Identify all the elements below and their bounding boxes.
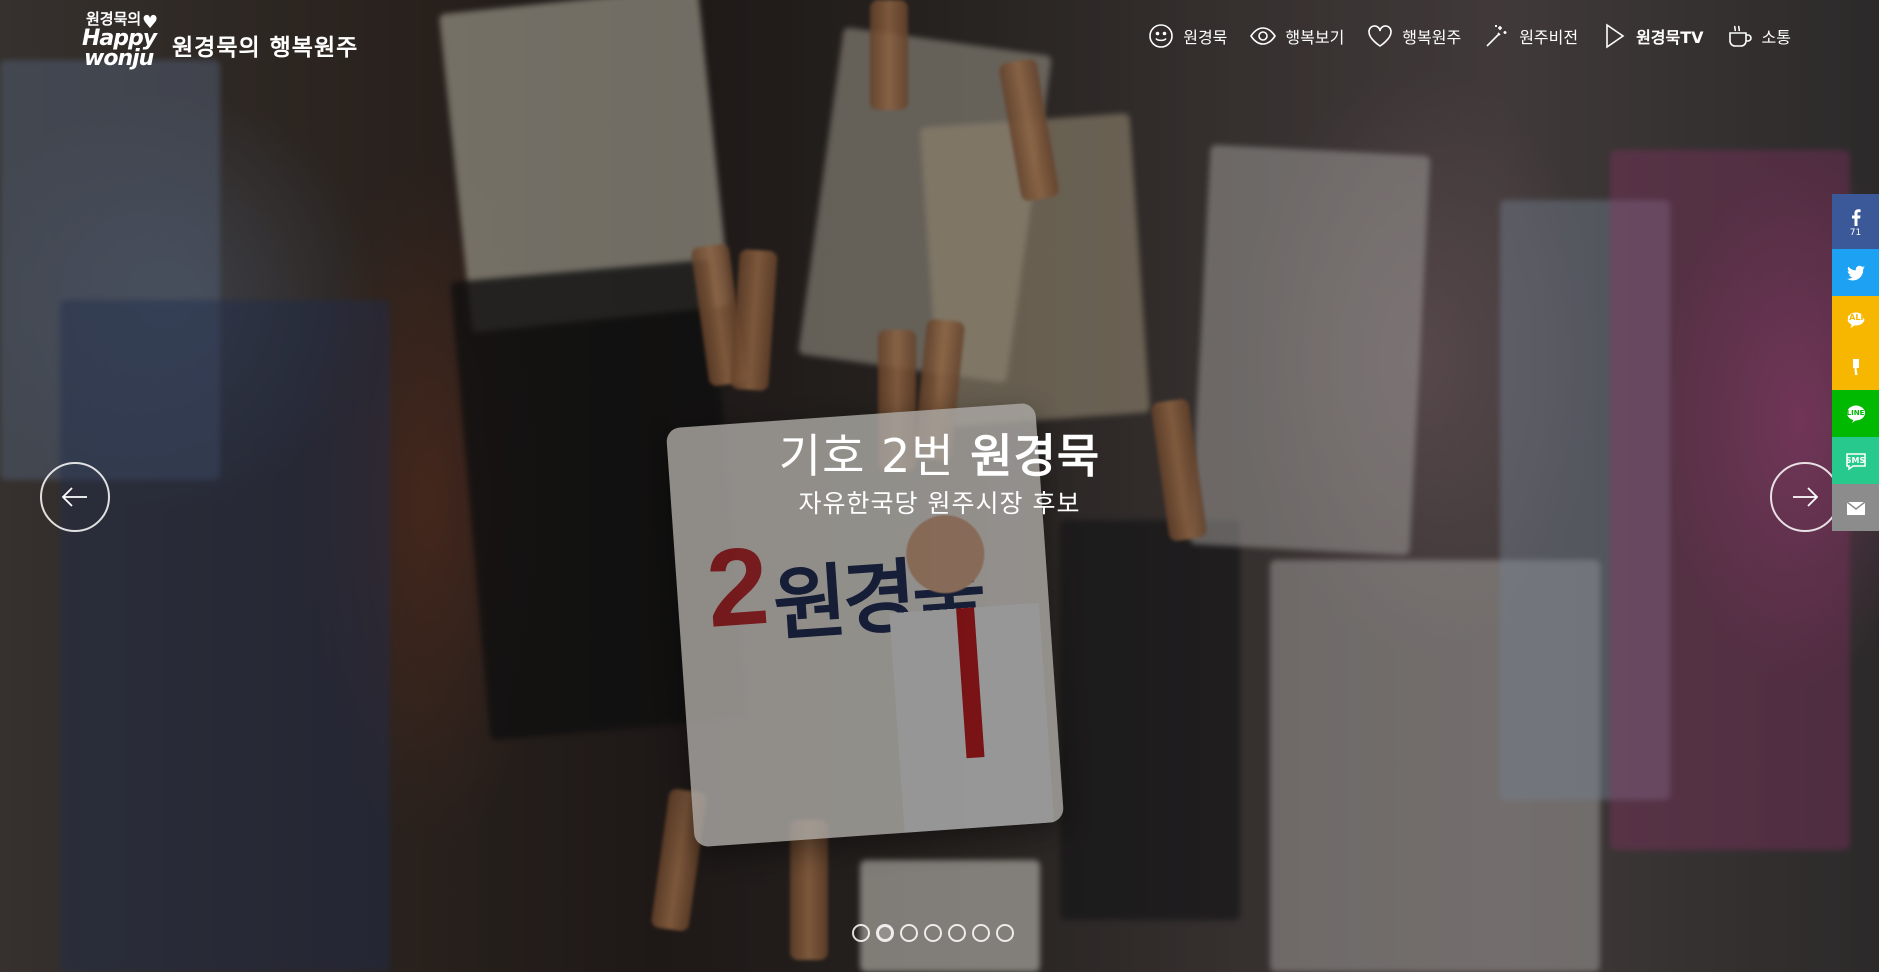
kakaostory-icon bbox=[1852, 358, 1859, 375]
kakaotalk-share-button[interactable]: TALK bbox=[1832, 296, 1879, 343]
line-label: LINE bbox=[1846, 409, 1865, 417]
nav-label: 소통 bbox=[1761, 28, 1791, 47]
email-share-button[interactable] bbox=[1832, 484, 1879, 531]
play-icon bbox=[1606, 23, 1625, 49]
line-share-button[interactable]: LINE bbox=[1832, 390, 1879, 437]
twitter-icon bbox=[1846, 265, 1865, 280]
sms-share-button[interactable]: SMS bbox=[1832, 437, 1879, 484]
slider-next-button[interactable] bbox=[1770, 462, 1840, 532]
nav-label: 행복원주 bbox=[1402, 28, 1462, 47]
slider-dot[interactable] bbox=[972, 924, 990, 942]
slider-dot[interactable] bbox=[900, 924, 918, 942]
nav-item-vision[interactable]: 원주비전 bbox=[1483, 22, 1578, 50]
sms-label: SMS bbox=[1845, 456, 1866, 465]
eye-icon bbox=[1250, 27, 1277, 45]
slider-dot[interactable] bbox=[996, 924, 1014, 942]
slider-prev-button[interactable] bbox=[40, 462, 110, 532]
coffee-cup-icon bbox=[1728, 25, 1752, 47]
hero-title: 기호 2번 원경묵 bbox=[0, 420, 1879, 486]
facebook-share-button[interactable]: 71 bbox=[1832, 194, 1879, 249]
site-header: 원경묵의 ♥ Happy wonju 원경묵의 행복원주 원경묵 행복보기 행복… bbox=[0, 0, 1879, 80]
magic-wand-icon bbox=[1486, 25, 1507, 47]
kakaostory-share-button[interactable] bbox=[1832, 343, 1879, 390]
mail-icon bbox=[1846, 500, 1865, 515]
slider-dot[interactable] bbox=[924, 924, 942, 942]
nav-item-happy-wonju[interactable]: 행복원주 bbox=[1366, 22, 1461, 50]
nav-label: 원주비전 bbox=[1519, 28, 1579, 47]
facebook-icon bbox=[1851, 208, 1861, 226]
facebook-share-count: 71 bbox=[1849, 227, 1862, 238]
nav-item-profile[interactable]: 원경묵 bbox=[1147, 22, 1227, 50]
hero-title-prefix: 기호 2번 bbox=[778, 429, 971, 483]
nav-label: 행복보기 bbox=[1285, 28, 1345, 47]
arrow-left-icon bbox=[61, 487, 87, 507]
slider-dot-active[interactable] bbox=[876, 924, 894, 942]
nav-item-communication[interactable]: 소통 bbox=[1726, 22, 1791, 50]
smiley-icon bbox=[1149, 24, 1174, 48]
slider-dot[interactable] bbox=[852, 924, 870, 942]
hero-subtitle: 자유한국당 원주시장 후보 bbox=[798, 489, 1081, 518]
talk-label: TALK bbox=[1844, 313, 1867, 322]
nav-item-view[interactable]: 행복보기 bbox=[1249, 22, 1344, 50]
site-logo[interactable]: 원경묵의 ♥ Happy wonju bbox=[82, 8, 162, 71]
site-title[interactable]: 원경묵의 행복원주 bbox=[172, 28, 358, 62]
slider-dot[interactable] bbox=[948, 924, 966, 942]
twitter-share-button[interactable] bbox=[1832, 249, 1879, 296]
share-bar: 71 TALK LINE SMS bbox=[1832, 194, 1879, 531]
main-nav: 원경묵 행복보기 행복원주 원주비전 원경묵TV 소통 bbox=[1147, 22, 1791, 50]
slider-pagination bbox=[852, 924, 1014, 942]
hero-title-name: 원경묵 bbox=[970, 429, 1101, 483]
heart-icon bbox=[1368, 25, 1393, 47]
nav-label: 원경묵 bbox=[1183, 28, 1228, 47]
nav-item-tv[interactable]: 원경묵TV bbox=[1600, 22, 1704, 50]
nav-label: 원경묵TV bbox=[1636, 28, 1704, 47]
arrow-right-icon bbox=[1793, 487, 1819, 507]
